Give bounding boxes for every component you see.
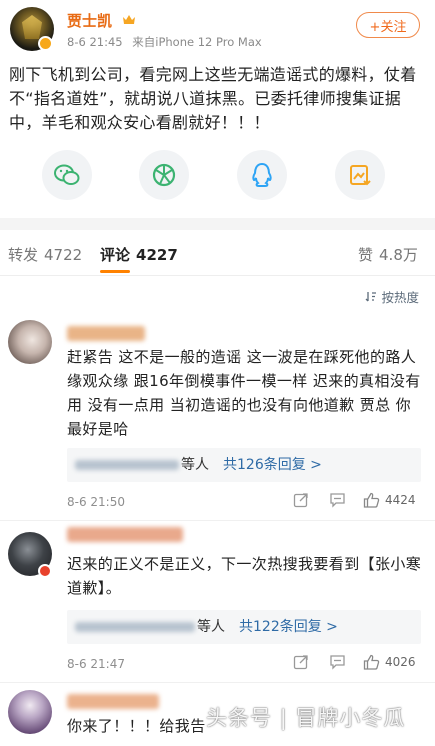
verified-badge-icon	[38, 36, 53, 51]
moments-icon	[152, 163, 176, 187]
commenter-avatar[interactable]	[8, 690, 52, 734]
member-badge-icon	[38, 564, 52, 578]
wechat-icon	[54, 164, 80, 185]
qq-icon	[252, 162, 272, 187]
tab-repost-count: 4722	[44, 246, 83, 264]
like-comment-button[interactable]: 4424	[363, 492, 416, 508]
vip-crown-icon	[123, 15, 135, 24]
tab-likes[interactable]: 赞 4.8万	[358, 244, 418, 265]
commenter-name-blurred[interactable]	[67, 527, 183, 542]
reply-comment-button[interactable]	[329, 492, 346, 508]
reply-count-link[interactable]: 共122条回复 >	[239, 610, 338, 644]
post-text: 刚下飞机到公司，看完网上这些无端造谣式的爆料，仗着不“指名道姓”，就胡说八道抹黑…	[9, 65, 417, 132]
commenter-name-blurred[interactable]	[67, 694, 159, 709]
tab-comments-count: 4227	[136, 246, 178, 264]
comment-time: 8-6 21:50	[67, 495, 125, 509]
share-comment-button[interactable]	[293, 492, 309, 508]
comment-divider	[0, 682, 435, 683]
reply-comment-button[interactable]	[329, 654, 346, 670]
comment-footer: 8-6 21:50 4424	[67, 492, 423, 512]
comment-icon	[330, 493, 345, 508]
comment-divider	[0, 520, 435, 521]
sort-icon	[366, 292, 377, 302]
share-comment-button[interactable]	[293, 654, 309, 670]
comment-icon	[330, 655, 345, 670]
comment-time: 8-6 21:47	[67, 657, 125, 671]
share-icon	[293, 493, 308, 508]
post-header: 贾士凯 8-6 21:45 来自iPhone 12 Pro Max +关注	[0, 0, 435, 58]
reply-suffix: 等人	[181, 457, 209, 473]
reply-suffix: 等人	[197, 619, 225, 635]
reply-count-link[interactable]: 共126条回复 >	[223, 448, 322, 482]
section-divider	[0, 218, 435, 230]
reply-names-blurred	[75, 622, 195, 632]
tab-comments[interactable]: 评论 4227	[100, 244, 178, 265]
avatar-image	[22, 15, 42, 39]
like-count: 4026	[385, 655, 416, 669]
share-moments-button[interactable]	[139, 150, 189, 200]
reply-preview[interactable]: 等人 共122条回复 >	[67, 610, 421, 644]
follow-button[interactable]: +关注	[356, 12, 420, 38]
post-date: 8-6 21:45	[67, 35, 123, 49]
sort-by-hot-button[interactable]: 按热度	[365, 287, 419, 306]
tab-repost-label: 转发	[8, 246, 39, 264]
comment-footer: 8-6 21:47 4026	[67, 654, 423, 674]
sort-row: 按热度	[0, 278, 435, 308]
post-meta: 8-6 21:45 来自iPhone 12 Pro Max	[67, 34, 262, 50]
comment-text: 迟来的正义不是正义，下一次热搜我要看到【张小寒道歉】。	[67, 555, 422, 597]
share-wechat-button[interactable]	[42, 150, 92, 200]
author-name[interactable]: 贾士凯	[67, 10, 112, 31]
thumbs-up-icon	[363, 654, 380, 670]
tab-repost[interactable]: 转发 4722	[8, 244, 82, 265]
like-count: 4424	[385, 493, 416, 507]
reply-names-blurred	[75, 460, 179, 470]
tab-likes-label: 赞	[358, 246, 374, 264]
tab-bar: 转发 4722 评论 4227 赞 4.8万	[0, 230, 435, 276]
share-save-image-button[interactable]	[335, 150, 385, 200]
save-image-icon	[350, 165, 371, 186]
share-qq-button[interactable]	[237, 150, 287, 200]
share-icon	[293, 655, 308, 670]
commenter-name-blurred[interactable]	[67, 326, 145, 341]
tab-active-indicator	[100, 270, 130, 273]
tab-comments-label: 评论	[100, 246, 131, 264]
watermark-text: 头条号 | 冒牌小冬瓜	[206, 706, 406, 730]
reply-preview[interactable]: 等人 共126条回复 >	[67, 448, 421, 482]
comment-text: 赶紧告 这不是一般的造谣 这一波是在踩死他的路人缘观众缘 跟16年倒模事件一模一…	[67, 348, 421, 438]
share-row	[0, 150, 435, 206]
sort-label: 按热度	[381, 290, 419, 305]
like-comment-button[interactable]: 4026	[363, 654, 416, 670]
post-source: 来自iPhone 12 Pro Max	[132, 35, 262, 49]
thumbs-up-icon	[363, 492, 380, 508]
tab-likes-count: 4.8万	[379, 246, 418, 264]
commenter-avatar[interactable]	[8, 320, 52, 364]
